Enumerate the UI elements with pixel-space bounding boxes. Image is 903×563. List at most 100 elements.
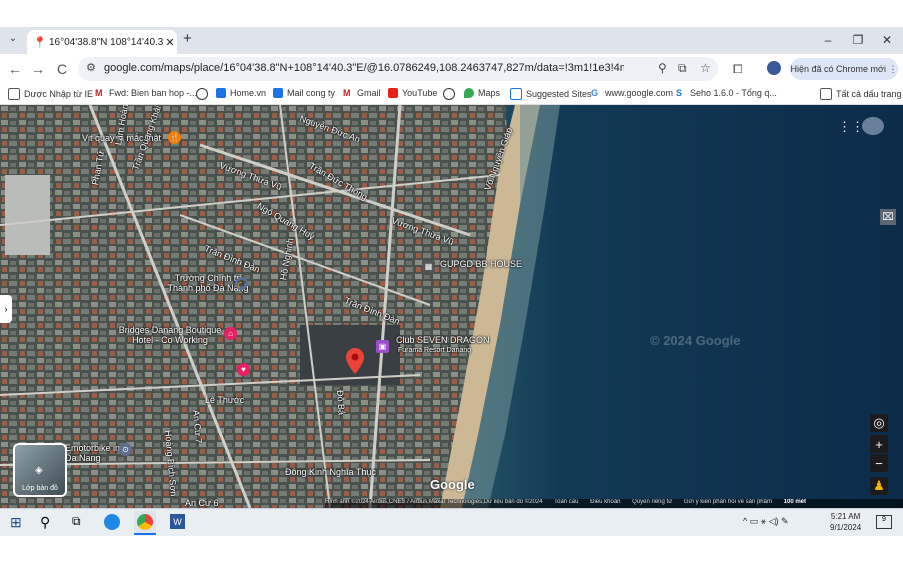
maps-icon xyxy=(464,88,474,98)
tab-title: 16°04'38.8"N 108°14'40.3"E - G xyxy=(49,36,163,48)
folder-icon xyxy=(8,88,20,100)
windows-taskbar: ⊞ ⚲ ⧉ W ^ ▭ ⚹ ◁) ✎ 5:21 AM 9/1/2024 9 xyxy=(0,508,903,537)
extensions-icon[interactable]: ⧠ xyxy=(733,62,743,77)
imagery-credit: Hình ảnh ©2024 Airbus,CNES / Airbus,Maxa… xyxy=(325,499,543,505)
terms-link[interactable]: Điều khoản xyxy=(590,499,620,505)
street-label: Đỗ Bá xyxy=(335,389,347,416)
map-canvas[interactable]: Vịt quay lá mắc mật 🍴 Vương Thừa Vũ Trần… xyxy=(0,105,903,508)
update-label: Hiện đã có Chrome mới xyxy=(790,64,886,74)
attribution-bar: Hình ảnh ©2024 Airbus,CNES / Airbus,Maxa… xyxy=(325,499,903,508)
poi-label[interactable]: Furama Resort Danang xyxy=(398,347,471,354)
gmail-icon: M xyxy=(95,88,103,98)
edge-icon[interactable] xyxy=(104,514,120,530)
close-window-button[interactable]: ✕ xyxy=(877,33,897,47)
global-link[interactable]: Toàn cầu xyxy=(554,499,578,505)
zoom-out-button[interactable]: − xyxy=(870,454,888,472)
word-icon[interactable]: W xyxy=(170,514,185,529)
close-tab-icon[interactable]: ✕ xyxy=(163,36,177,49)
poi-label[interactable]: GUPGD BB HOUSE xyxy=(440,259,522,269)
bookmark-item[interactable]: Suggested Sites xyxy=(510,88,592,100)
url-text[interactable]: google.com/maps/place/16°04'38.8"N+108°1… xyxy=(104,62,624,74)
chrome-icon xyxy=(137,514,153,530)
forward-button[interactable]: → xyxy=(29,61,47,77)
tab-strip: ⌄ 📍 16°04'38.8"N 108°14'40.3"E - G ✕ + –… xyxy=(0,27,903,54)
street-label: Đông Kinh Nghĩa Thục xyxy=(285,467,376,477)
bookmark-item[interactable]: S Seho 1.6.0 - Tổng q... xyxy=(676,88,777,98)
scale-label[interactable]: 100 mét xyxy=(784,499,806,505)
lodging-icon[interactable]: ▦ xyxy=(422,260,435,273)
poi-label[interactable]: Emotorbike in Da Nang xyxy=(65,443,125,463)
layers-icon: ◈ xyxy=(35,465,43,476)
youtube-icon xyxy=(388,88,398,98)
site-info-icon[interactable]: ⚙ xyxy=(86,61,96,74)
poi-label[interactable]: Bridges Danang Boutique Hotel - Co Worki… xyxy=(115,325,225,345)
start-button[interactable]: ⊞ xyxy=(10,514,22,531)
folder-icon xyxy=(820,88,832,100)
bookmark-item[interactable] xyxy=(196,88,212,100)
collapse-icon[interactable]: ⌧ xyxy=(880,209,896,225)
address-bar[interactable]: ⚙ google.com/maps/place/16°04'38.8"N+108… xyxy=(78,57,718,81)
bookmark-star-icon[interactable]: ☆ xyxy=(700,61,711,75)
clock-date: 9/1/2024 xyxy=(830,523,862,532)
layers-toggle[interactable]: ◈ Lớp bản đồ xyxy=(13,443,67,497)
google-logo: Google xyxy=(430,477,475,492)
task-view-icon[interactable]: ⧉ xyxy=(72,514,81,529)
layers-label: Lớp bản đồ xyxy=(22,485,58,492)
street-label: An Cư 6 xyxy=(185,498,219,508)
reload-button[interactable]: C xyxy=(53,61,71,77)
bookmark-item[interactable]: Gwww.google.com xyxy=(591,88,673,98)
chrome-taskbar-button[interactable] xyxy=(134,511,156,535)
expand-panel-button[interactable]: › xyxy=(0,295,12,323)
heart-icon[interactable]: ♥ xyxy=(237,363,250,376)
all-bookmarks[interactable]: Tất cả dấu trang xyxy=(820,88,902,100)
bookmark-item[interactable]: Maps xyxy=(464,88,500,98)
gmail-icon: M xyxy=(343,88,351,98)
globe-icon xyxy=(196,88,208,100)
bookmark-item[interactable]: Home.vn xyxy=(216,88,266,98)
clock[interactable]: 5:21 AM 9/1/2024 xyxy=(830,511,861,533)
maps-pin-icon: 📍 xyxy=(33,36,47,49)
bookmark-item[interactable] xyxy=(443,88,459,100)
imagery-watermark: © 2024 Google xyxy=(650,333,741,348)
restaurant-icon[interactable]: 🍴 xyxy=(168,131,181,144)
poi-label[interactable]: Club SEVEN DRAGON xyxy=(396,335,490,345)
mail-icon xyxy=(273,88,283,98)
seho-icon: S xyxy=(676,88,683,98)
school-icon[interactable]: 🎓 xyxy=(235,277,248,290)
feedback-link[interactable]: Gửi ý kiến phản hồi về sản phẩm xyxy=(684,499,772,505)
notification-center[interactable]: 9 xyxy=(876,515,892,529)
browser-toolbar: ← → C ⚙ google.com/maps/place/16°04'38.8… xyxy=(0,54,903,84)
tab-search-dropdown[interactable]: ⌄ xyxy=(5,33,21,49)
minimize-button[interactable]: – xyxy=(818,33,838,47)
bookmark-item[interactable]: YouTube xyxy=(388,88,437,98)
google-icon: G xyxy=(591,88,599,98)
back-button[interactable]: ← xyxy=(6,61,24,77)
zoom-in-button[interactable]: + xyxy=(870,435,888,453)
shop-icon[interactable]: ⊙ xyxy=(119,443,132,456)
bookmark-item[interactable]: Mail cong ty xyxy=(273,88,335,98)
location-pin-icon[interactable] xyxy=(346,348,364,374)
system-tray[interactable]: ^ ▭ ⚹ ◁) ✎ xyxy=(743,516,789,527)
account-avatar[interactable] xyxy=(862,117,884,135)
suggested-sites-icon xyxy=(510,88,522,100)
pegman-icon[interactable]: ♟ xyxy=(870,477,888,495)
bookmark-item[interactable]: M Gmail xyxy=(343,88,381,98)
bookmarks-bar: Dược Nhập từ IE M Fwd: Bien ban hop -... … xyxy=(0,84,903,105)
casino-icon[interactable]: ▣ xyxy=(376,340,389,353)
maximize-button[interactable]: ❐ xyxy=(848,33,868,47)
bookmark-item[interactable]: Dược Nhập từ IE xyxy=(8,88,93,100)
privacy-link[interactable]: Quyền riêng tư xyxy=(632,499,672,505)
street-label: Lê Thước xyxy=(205,395,245,405)
new-tab-button[interactable]: + xyxy=(183,30,192,47)
my-location-button[interactable]: ◎ xyxy=(870,414,888,432)
search-icon[interactable]: ⚲ xyxy=(40,514,50,531)
location-icon[interactable]: ⚲ xyxy=(658,61,667,75)
site-icon xyxy=(216,88,226,98)
globe-icon xyxy=(443,88,455,100)
tab-maps[interactable]: 📍 16°04'38.8"N 108°14'40.3"E - G ✕ xyxy=(27,30,177,54)
chrome-update-button[interactable]: Hiện đã có Chrome mới ⋮ xyxy=(790,58,898,80)
hotel-icon[interactable]: ⌂ xyxy=(224,327,237,340)
bookmark-item[interactable]: M Fwd: Bien ban hop -... xyxy=(95,88,197,98)
profile-avatar[interactable] xyxy=(767,61,781,75)
install-app-icon[interactable]: ⧉ xyxy=(678,61,687,76)
